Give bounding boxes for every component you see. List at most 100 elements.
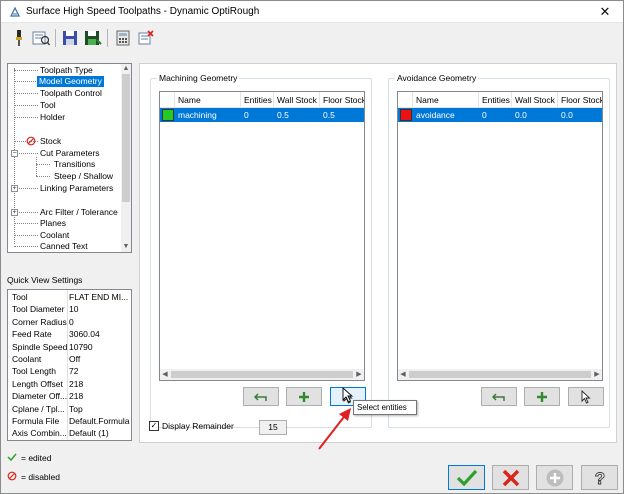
display-remainder-value[interactable]: 15 [259,420,287,435]
tree-item-toolpath-control[interactable]: Toolpath Control [38,88,104,99]
tree-item-holder[interactable]: Holder [38,112,67,123]
tree-item-tool[interactable]: Tool [38,100,58,111]
apply-button[interactable] [536,465,573,490]
cursor-arrow-icon [581,389,591,404]
undo-selection-button[interactable] [243,387,279,406]
add-geometry-button[interactable] [524,387,560,406]
save-as-icon[interactable] [82,27,104,49]
color-swatch[interactable] [162,109,174,121]
display-remainder-label: Display Remainder [162,421,234,431]
scroll-down-icon[interactable]: ▼ [121,242,131,252]
disabled-icon [26,136,36,146]
avoidance-grid[interactable]: Name Entities Wall Stock Floor Stock avo… [397,91,603,381]
save-icon[interactable] [59,27,81,49]
tool-library-icon[interactable] [8,27,30,49]
row-floor-stock[interactable]: 0.5 [320,108,364,122]
tree-item-stock[interactable]: Stock [38,136,63,147]
parameter-tree[interactable]: − + + Toolpath Type Model Geometry Toolp… [7,63,132,253]
row-floor-stock[interactable]: 0.0 [558,108,602,122]
tree-item-model-geometry[interactable]: Model Geometry [37,76,104,87]
tree-item-steep-shallow[interactable]: Steep / Shallow [52,171,115,182]
quick-view-value: Off [69,354,81,364]
toolpath-app-icon [9,6,21,18]
expand-toggle[interactable]: + [11,185,18,192]
tree-line [14,235,38,236]
ok-button[interactable] [448,465,485,490]
scroll-right-icon[interactable]: ▶ [592,369,602,380]
scroll-left-icon[interactable]: ◀ [160,369,170,380]
machining-row[interactable]: machining 0 0.5 0.5 [160,108,364,122]
grid-header-floor-stock[interactable]: Floor Stock [320,92,364,108]
quick-view-value: 3060.04 [69,329,100,340]
grid-header-color [398,92,413,108]
grid-header-wall-stock[interactable]: Wall Stock [512,92,558,108]
tree-line [14,223,38,224]
plus-circle-icon [546,469,563,486]
view-sheet-icon[interactable] [30,27,52,49]
grid-header-entities[interactable]: Entities [241,92,274,108]
tree-item-toolpath-type[interactable]: Toolpath Type [38,65,95,76]
quick-view-value: 218 [69,378,84,389]
grid-header-entities[interactable]: Entities [479,92,512,108]
quick-view-value: Default.Formula [69,416,130,426]
plus-icon [299,391,309,402]
scroll-thumb[interactable] [171,371,353,378]
quick-view-value: 218 [69,391,84,402]
grid-hscrollbar[interactable]: ◀ ▶ [160,369,364,380]
tree-item-linking-parameters[interactable]: Linking Parameters [38,183,115,194]
quick-view-key: Tool [12,292,28,302]
grid-header-floor-stock[interactable]: Floor Stock [558,92,602,108]
row-wall-stock[interactable]: 0.5 [274,108,320,122]
grid-header-name[interactable]: Name [413,92,479,108]
quick-view-row: Spindle Speed 10790 [8,341,131,353]
grid-header: Name Entities Wall Stock Floor Stock [160,92,364,108]
calculator-icon[interactable] [112,27,134,49]
tree-item-arc-filter[interactable]: Arc Filter / Tolerance [38,207,120,218]
close-button[interactable]: ✕ [587,1,623,23]
scroll-right-icon[interactable]: ▶ [354,369,364,380]
grid-header-wall-stock[interactable]: Wall Stock [274,92,320,108]
grid-header: Name Entities Wall Stock Floor Stock [398,92,602,108]
tree-scrollbar[interactable]: ▲ ▼ [121,64,131,252]
scroll-up-icon[interactable]: ▲ [121,64,131,74]
quick-view-value: 0 [69,316,74,327]
grid-header-name[interactable]: Name [175,92,241,108]
tree-item-transitions[interactable]: Transitions [52,159,97,170]
avoidance-row[interactable]: avoidance 0 0.0 0.0 [398,108,602,122]
add-geometry-button[interactable] [286,387,322,406]
color-swatch[interactable] [400,109,412,121]
tree-line [36,164,50,165]
collapse-toggle[interactable]: − [11,150,18,157]
legend-edited: = edited [7,452,52,464]
cancel-button[interactable] [492,465,529,490]
machining-grid[interactable]: Name Entities Wall Stock Floor Stock mac… [159,91,365,381]
window-title: Surface High Speed Toolpaths - Dynamic O… [26,6,260,17]
grid-hscrollbar[interactable]: ◀ ▶ [398,369,602,380]
quick-view-key: Formula File [12,416,60,426]
quick-view-key: Axis Combin... [12,428,67,439]
scroll-thumb[interactable] [122,74,130,202]
title-bar: Surface High Speed Toolpaths - Dynamic O… [1,1,623,23]
display-remainder-checkbox[interactable]: ✓ [149,421,159,431]
expand-toggle[interactable]: + [11,209,18,216]
quick-view-row: Coolant Off [8,353,131,365]
quick-view-label: Quick View Settings [7,275,83,285]
tree-item-planes[interactable]: Planes [38,218,68,229]
toolbar-separator [55,29,56,47]
display-remainder-option[interactable]: ✓ Display Remainder [149,421,234,431]
row-wall-stock[interactable]: 0.0 [512,108,558,122]
help-button[interactable]: ? [581,465,618,490]
quick-view-row: Tool Diameter 10 [8,303,131,315]
clear-icon[interactable] [135,27,157,49]
select-entities-button[interactable] [568,387,604,406]
scroll-thumb[interactable] [409,371,591,378]
machining-geometry-title: Machining Geometry [157,73,240,83]
tree-item-canned-text[interactable]: Canned Text [38,241,90,252]
select-entities-tooltip: Select entities [353,400,417,415]
tree-item-cut-parameters[interactable]: Cut Parameters [38,148,102,159]
undo-selection-button[interactable] [481,387,517,406]
quick-view-value: 72 [69,366,79,377]
annotation-arrow-icon [318,408,351,450]
tree-item-coolant[interactable]: Coolant [38,230,71,241]
scroll-left-icon[interactable]: ◀ [398,369,408,380]
